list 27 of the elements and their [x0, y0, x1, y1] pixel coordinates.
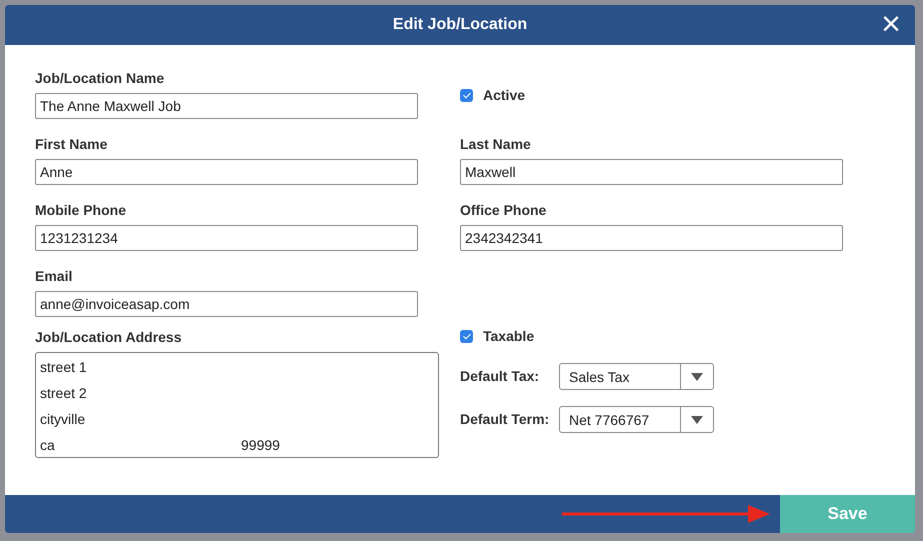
checkbox[interactable] [460, 88, 473, 102]
checkbox-label: Taxable [483, 327, 534, 346]
field-label: Default Tax: [460, 367, 540, 386]
field-label: First Name [35, 135, 108, 154]
close-button[interactable]: × [879, 9, 903, 39]
dropdown[interactable]: Net 7766767 [559, 406, 714, 433]
field-label: Default Term: [460, 410, 550, 429]
address-field[interactable]: street 1 street 2 cityville ca 99999 [35, 352, 439, 458]
input-field[interactable]: Maxwell [460, 159, 843, 185]
input-field[interactable]: anne@invoiceasap.com [35, 291, 418, 317]
caret-icon [691, 372, 703, 380]
input-field[interactable]: 1231231234 [35, 225, 418, 251]
arrow-icon [562, 504, 770, 524]
field-label: Last Name [460, 135, 531, 154]
checkbox[interactable] [460, 330, 473, 343]
dropdown[interactable]: Sales Tax [559, 363, 714, 390]
input-field[interactable]: The Anne Maxwell Job [35, 93, 418, 119]
caret-icon [691, 416, 703, 424]
field-label: Office Phone [460, 201, 546, 220]
field-label: Job/Location Address [35, 328, 182, 347]
field-label: Job/Location Name [35, 69, 164, 88]
input-field[interactable]: Anne [35, 159, 418, 185]
dialog-title: Edit Job/Location [392, 15, 528, 35]
field-label: Mobile Phone [35, 201, 126, 220]
checkbox-label: Active [483, 86, 526, 104]
input-field[interactable]: 2342342341 [460, 225, 843, 251]
field-label: Email [35, 267, 72, 286]
